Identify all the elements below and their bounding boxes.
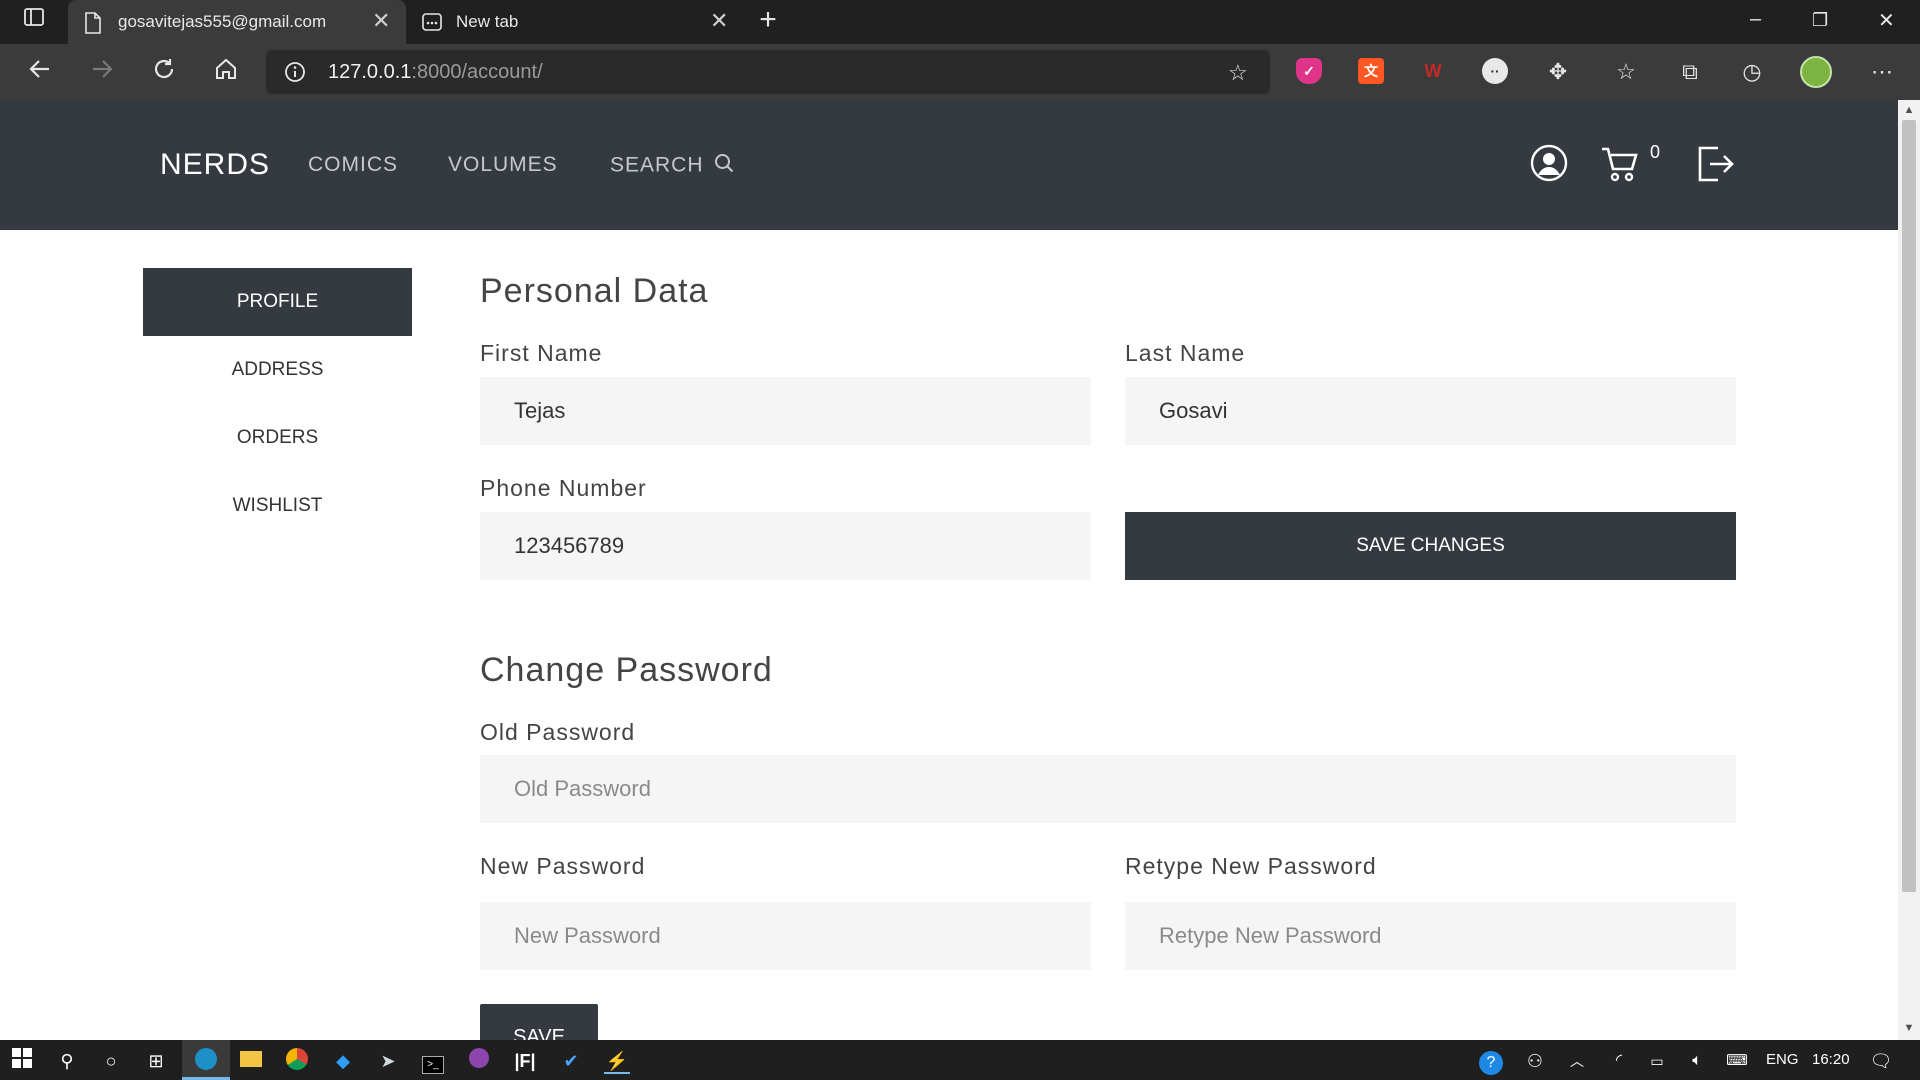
- scroll-thumb[interactable]: [1902, 120, 1916, 892]
- home-icon[interactable]: [210, 56, 242, 88]
- circle-extension-icon[interactable]: ··: [1482, 58, 1508, 84]
- logout-icon[interactable]: [1696, 146, 1736, 187]
- account-icon[interactable]: [1530, 144, 1568, 187]
- back-icon[interactable]: [24, 56, 56, 88]
- cart-icon[interactable]: [1600, 144, 1640, 189]
- close-tab-icon[interactable]: ✕: [372, 8, 390, 34]
- scroll-down-arrow-icon[interactable]: ▼: [1898, 1022, 1920, 1034]
- terminal-icon[interactable]: >_: [420, 1048, 446, 1074]
- python-launcher-icon[interactable]: ➤: [375, 1048, 401, 1074]
- scroll-up-arrow-icon[interactable]: ▲: [1898, 104, 1920, 116]
- save-changes-button[interactable]: SAVE CHANGES: [1125, 512, 1736, 580]
- retype-password-label: Retype New Password: [1125, 853, 1377, 879]
- site-info-icon[interactable]: [284, 61, 306, 88]
- volume-icon[interactable]: 🔈︎: [1684, 1048, 1710, 1074]
- show-hidden-icons-chevron-icon[interactable]: ︿: [1564, 1048, 1590, 1074]
- w-extension-icon[interactable]: W: [1420, 58, 1446, 84]
- tab-actions-icon[interactable]: [18, 6, 50, 38]
- phone-number-label: Phone Number: [480, 475, 647, 501]
- postman-icon[interactable]: ⚡: [604, 1048, 630, 1074]
- site-navbar: NERDS COMICS VOLUMES SEARCH 0: [0, 100, 1898, 230]
- github-desktop-icon[interactable]: [466, 1048, 492, 1074]
- collections-icon[interactable]: ⧉: [1674, 56, 1706, 88]
- todo-check-icon[interactable]: ✔: [558, 1048, 584, 1074]
- save-password-button[interactable]: SAVE: [480, 1004, 598, 1040]
- favorites-icon[interactable]: ☆: [1610, 56, 1642, 88]
- page-icon: [84, 12, 102, 39]
- language-bar-icon[interactable]: ⌨: [1724, 1048, 1750, 1074]
- ide-icon[interactable]: |F|: [512, 1048, 538, 1074]
- input-language[interactable]: ENG: [1766, 1051, 1799, 1068]
- personal-data-title: Personal Data: [480, 272, 709, 310]
- minimize-icon[interactable]: –: [1750, 8, 1761, 31]
- close-window-icon[interactable]: ✕: [1878, 8, 1895, 33]
- sidebar-item-profile[interactable]: PROFILE: [143, 268, 412, 336]
- battery-icon[interactable]: ▭: [1644, 1048, 1670, 1074]
- sidebar-item-wishlist[interactable]: WISHLIST: [143, 472, 412, 540]
- change-password-title: Change Password: [480, 651, 773, 689]
- refresh-icon[interactable]: [148, 56, 180, 88]
- last-name-field[interactable]: [1125, 377, 1736, 445]
- first-name-label: First Name: [480, 340, 603, 366]
- file-explorer-icon[interactable]: [238, 1048, 264, 1074]
- tab-new-tab[interactable]: New tab ✕: [410, 0, 740, 44]
- more-menu-icon[interactable]: ⋯: [1866, 56, 1898, 88]
- restore-icon[interactable]: ❐: [1812, 10, 1828, 31]
- newtab-page-icon: [422, 12, 442, 37]
- old-password-field[interactable]: [480, 755, 1736, 823]
- address-bar[interactable]: 127.0.0.1:8000/account/ ☆: [266, 50, 1270, 94]
- chrome-icon[interactable]: [284, 1048, 310, 1074]
- windows-taskbar: ⚲ ○ ⊞ ◆ ➤ >_ |F| ✔ ⚡ ? ⚇ ︿ ◜ ▭ 🔈︎ ⌨ ENG …: [0, 1040, 1920, 1080]
- first-name-field[interactable]: [480, 377, 1091, 445]
- tab-title: gosavitejas555@gmail.com: [118, 12, 327, 31]
- cart-count-badge: 0: [1650, 142, 1661, 162]
- brave-shield-extension-icon[interactable]: ✓: [1296, 58, 1322, 84]
- browser-toolbar: 127.0.0.1:8000/account/ ☆ ✓ 文 W ·· ✥ ☆ ⧉…: [0, 44, 1920, 100]
- history-icon[interactable]: ◷: [1736, 56, 1768, 88]
- new-password-label: New Password: [480, 853, 646, 879]
- phone-number-field[interactable]: [480, 512, 1091, 580]
- task-view-icon[interactable]: ⊞: [143, 1048, 169, 1074]
- screen: gosavitejas555@gmail.com ✕ New tab ✕ + –…: [0, 0, 1920, 1080]
- browser-tab-strip: gosavitejas555@gmail.com ✕ New tab ✕ + –…: [0, 0, 1920, 44]
- last-name-label: Last Name: [1125, 340, 1246, 366]
- nav-link-comics[interactable]: COMICS: [308, 153, 398, 177]
- avatar[interactable]: [1800, 56, 1832, 88]
- sidebar-item-orders[interactable]: ORDERS: [143, 404, 412, 472]
- nav-search-label: SEARCH: [610, 153, 704, 177]
- clock-time[interactable]: 16:20: [1812, 1051, 1850, 1068]
- nav-link-search[interactable]: SEARCH: [610, 153, 734, 179]
- help-icon[interactable]: ?: [1478, 1048, 1504, 1075]
- nav-link-volumes[interactable]: VOLUMES: [448, 153, 558, 177]
- brand-logo[interactable]: NERDS: [160, 148, 270, 182]
- tab-title: New tab: [456, 12, 519, 31]
- url-path: :8000/account/: [411, 61, 543, 83]
- vscode-icon[interactable]: ◆: [330, 1048, 356, 1074]
- sidebar-item-address[interactable]: ADDRESS: [143, 336, 412, 404]
- search-icon: [714, 153, 734, 179]
- notifications-icon[interactable]: 🗨︎: [1868, 1048, 1894, 1074]
- search-icon[interactable]: ⚲: [54, 1048, 80, 1074]
- tab-account[interactable]: gosavitejas555@gmail.com ✕: [68, 0, 406, 44]
- people-icon[interactable]: ⚇: [1522, 1048, 1548, 1074]
- new-password-field[interactable]: [480, 902, 1091, 970]
- forward-icon[interactable]: [86, 56, 118, 88]
- page-scrollbar[interactable]: ▲ ▼: [1898, 100, 1920, 1040]
- retype-password-field[interactable]: [1125, 902, 1736, 970]
- start-windows-icon[interactable]: [9, 1048, 35, 1074]
- old-password-label: Old Password: [480, 719, 636, 745]
- url-host: 127.0.0.1: [328, 61, 412, 83]
- new-tab-plus-icon[interactable]: +: [752, 4, 784, 36]
- translate-extension-icon[interactable]: 文: [1358, 58, 1384, 84]
- cortana-icon[interactable]: ○: [98, 1048, 124, 1074]
- wifi-icon[interactable]: ◜: [1606, 1048, 1632, 1074]
- url-text: 127.0.0.1:8000/account/: [328, 61, 543, 84]
- save-password-label: SAVE: [513, 1026, 565, 1040]
- add-favorite-icon[interactable]: ☆: [1228, 60, 1248, 86]
- extensions-puzzle-icon[interactable]: ✥: [1542, 56, 1574, 88]
- close-tab-icon[interactable]: ✕: [710, 8, 728, 34]
- edge-browser-icon[interactable]: [193, 1048, 219, 1074]
